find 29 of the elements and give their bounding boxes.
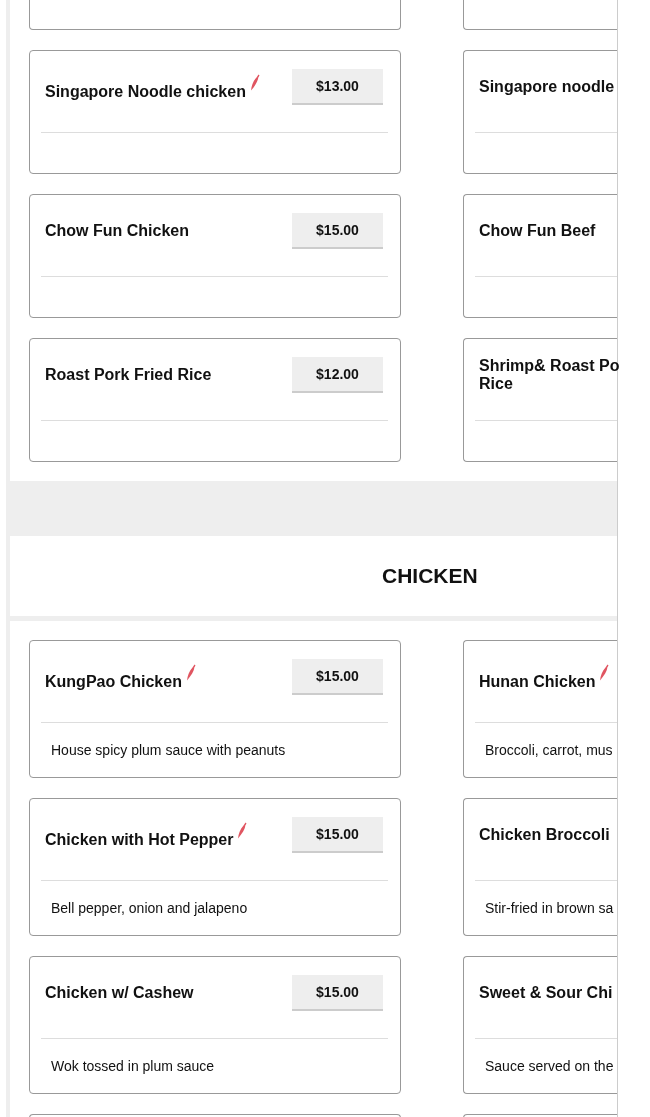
dish-name: Roast Pork Fried Rice	[45, 366, 212, 384]
dish-name: KungPao Chicken	[45, 663, 196, 691]
dish-name: Chicken w/ Cashew	[45, 984, 194, 1002]
chili-pepper-icon	[185, 663, 196, 681]
dish-description: House spicy plum sauce with peanuts	[50, 741, 287, 760]
price-button[interactable]: $12.00	[292, 357, 383, 393]
chili-pepper-icon	[599, 663, 610, 681]
section-title: CHICKEN	[382, 564, 478, 588]
price-button[interactable]: $15.00	[292, 213, 383, 249]
chili-pepper-icon	[249, 73, 260, 91]
price-button[interactable]: $15.00	[292, 975, 383, 1011]
dish-name: Singapore Noodle chicken	[45, 73, 260, 101]
price-button[interactable]: $15.00	[292, 659, 383, 695]
chili-pepper-icon	[237, 821, 248, 839]
dish-name: Singapore noodle	[479, 78, 615, 96]
dish-name: Sweet & Sour Chi	[479, 984, 613, 1002]
dish-name: Chicken Broccoli	[479, 826, 610, 844]
dish-name: Hunan Chicken	[479, 663, 610, 691]
dish-description: Stir-fried in brown sa	[484, 899, 615, 918]
dish-description: Wok tossed in plum sauce	[50, 1057, 216, 1076]
price-button[interactable]: $15.00	[292, 817, 383, 853]
dish-name: Chicken with Hot Pepper	[45, 821, 248, 849]
price-button[interactable]: $13.00	[292, 69, 383, 105]
dish-name: Chow Fun Beef	[479, 222, 596, 240]
dish-description: Sauce served on the	[484, 1057, 615, 1076]
dish-description: Broccoli, carrot, mus	[484, 741, 614, 760]
dish-name: Chow Fun Chicken	[45, 222, 189, 240]
dish-description: Bell pepper, onion and jalapeno	[50, 899, 249, 918]
dish-name: Shrimp& Roast Po Rice	[479, 357, 620, 393]
